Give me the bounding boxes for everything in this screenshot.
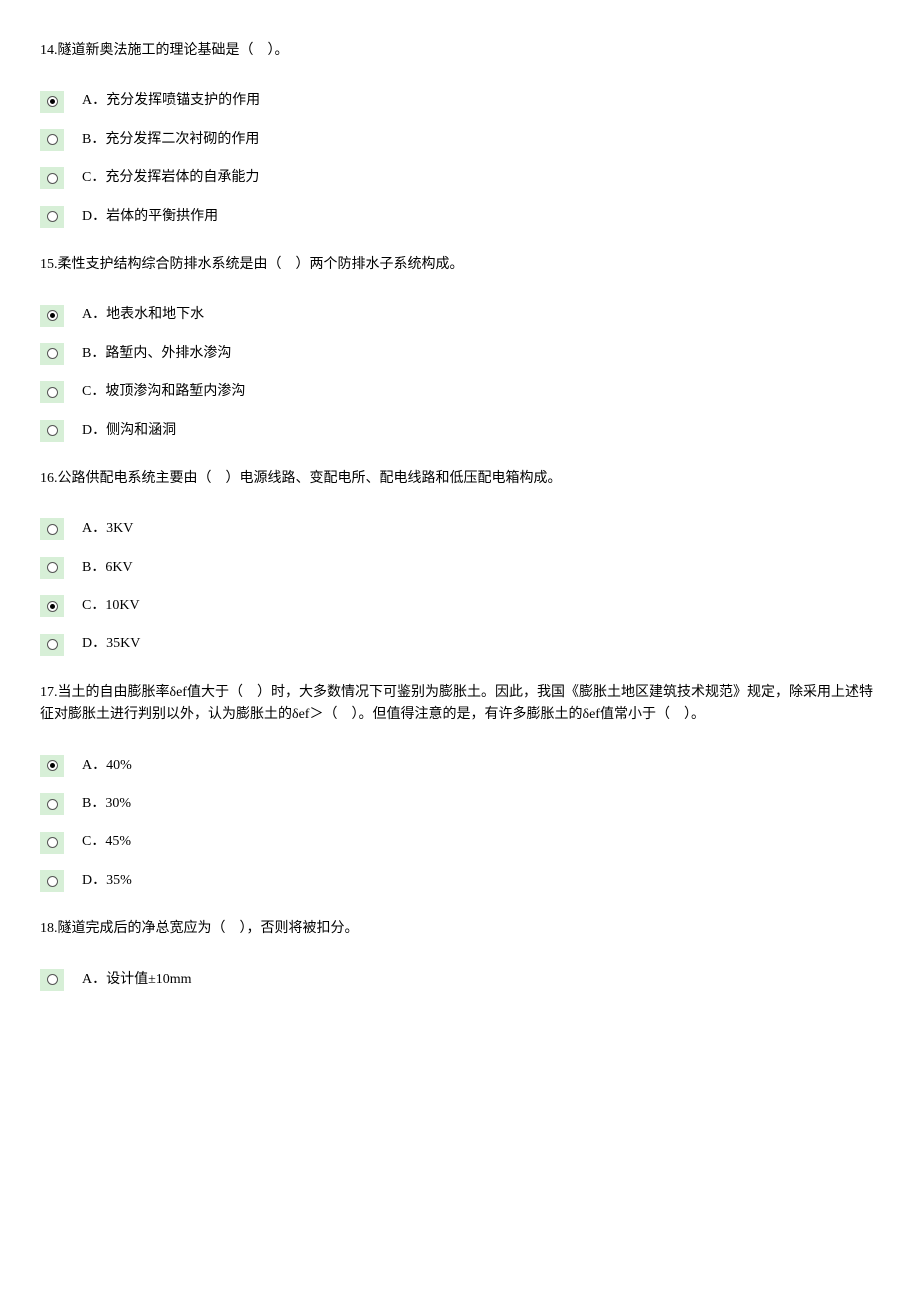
- radio-icon: [47, 799, 58, 810]
- option-row[interactable]: A．40%: [40, 755, 880, 777]
- option-row[interactable]: A．充分发挥喷锚支护的作用: [40, 90, 880, 112]
- option-row[interactable]: D．侧沟和涵洞: [40, 420, 880, 442]
- question-block: 17.当土的自由膨胀率δef值大于（ ）时，大多数情况下可鉴别为膨胀土。因此，我…: [40, 682, 880, 892]
- radio-box[interactable]: [40, 870, 64, 892]
- question-body: 柔性支护结构综合防排水系统是由（ ）两个防排水子系统构成。: [58, 257, 464, 272]
- question-text-16: 16.公路供配电系统主要由（ ）电源线路、变配电所、配电线路和低压配电箱构成。: [40, 468, 880, 490]
- question-text-17: 17.当土的自由膨胀率δef值大于（ ）时，大多数情况下可鉴别为膨胀土。因此，我…: [40, 682, 880, 727]
- question-number: 14: [40, 43, 54, 58]
- question-block: 14.隧道新奥法施工的理论基础是（ ）。 A．充分发挥喷锚支护的作用 B．充分发…: [40, 40, 880, 228]
- radio-icon: [47, 310, 58, 321]
- radio-icon: [47, 348, 58, 359]
- option-label: A．充分发挥喷锚支护的作用: [82, 90, 260, 112]
- radio-icon: [47, 760, 58, 771]
- radio-icon: [47, 134, 58, 145]
- option-row[interactable]: B．充分发挥二次衬砌的作用: [40, 129, 880, 151]
- question-text-18: 18.隧道完成后的净总宽应为（ ），否则将被扣分。: [40, 918, 880, 940]
- radio-icon: [47, 387, 58, 398]
- question-number: 18: [40, 921, 54, 936]
- option-row[interactable]: C．45%: [40, 831, 880, 853]
- question-body: 隧道新奥法施工的理论基础是（ ）。: [58, 43, 289, 58]
- radio-box[interactable]: [40, 969, 64, 991]
- question-block: 16.公路供配电系统主要由（ ）电源线路、变配电所、配电线路和低压配电箱构成。 …: [40, 468, 880, 656]
- option-label: A．设计值±10mm: [82, 969, 192, 991]
- radio-box[interactable]: [40, 167, 64, 189]
- option-label: A．3KV: [82, 518, 133, 540]
- option-row[interactable]: B．30%: [40, 793, 880, 815]
- radio-icon: [47, 96, 58, 107]
- option-label: C．充分发挥岩体的自承能力: [82, 167, 259, 189]
- radio-box[interactable]: [40, 381, 64, 403]
- option-label: B．30%: [82, 793, 131, 815]
- option-label: B．路堑内、外排水渗沟: [82, 343, 231, 365]
- option-row[interactable]: B．路堑内、外排水渗沟: [40, 343, 880, 365]
- question-text-14: 14.隧道新奥法施工的理论基础是（ ）。: [40, 40, 880, 62]
- radio-icon: [47, 524, 58, 535]
- option-row[interactable]: C．充分发挥岩体的自承能力: [40, 167, 880, 189]
- radio-box[interactable]: [40, 755, 64, 777]
- option-label: A．40%: [82, 755, 132, 777]
- radio-box[interactable]: [40, 206, 64, 228]
- radio-box[interactable]: [40, 832, 64, 854]
- radio-box[interactable]: [40, 305, 64, 327]
- option-row[interactable]: D．岩体的平衡拱作用: [40, 206, 880, 228]
- question-block: 18.隧道完成后的净总宽应为（ ），否则将被扣分。 A．设计值±10mm: [40, 918, 880, 991]
- option-label: D．35KV: [82, 633, 140, 655]
- option-label: C．坡顶渗沟和路堑内渗沟: [82, 381, 245, 403]
- question-number: 16: [40, 471, 54, 486]
- radio-icon: [47, 837, 58, 848]
- radio-box[interactable]: [40, 557, 64, 579]
- option-label: C．10KV: [82, 595, 140, 617]
- question-number: 17: [40, 685, 54, 700]
- option-row[interactable]: A．地表水和地下水: [40, 304, 880, 326]
- radio-box[interactable]: [40, 793, 64, 815]
- option-row[interactable]: D．35KV: [40, 633, 880, 655]
- radio-box[interactable]: [40, 343, 64, 365]
- radio-icon: [47, 173, 58, 184]
- option-row[interactable]: D．35%: [40, 870, 880, 892]
- question-number: 15: [40, 257, 54, 272]
- radio-box[interactable]: [40, 420, 64, 442]
- option-row[interactable]: A．3KV: [40, 518, 880, 540]
- option-label: A．地表水和地下水: [82, 304, 204, 326]
- radio-icon: [47, 639, 58, 650]
- radio-icon: [47, 211, 58, 222]
- question-body: 隧道完成后的净总宽应为（ ），否则将被扣分。: [58, 921, 359, 936]
- radio-icon: [47, 876, 58, 887]
- option-row[interactable]: C．10KV: [40, 595, 880, 617]
- option-label: C．45%: [82, 831, 131, 853]
- question-text-15: 15.柔性支护结构综合防排水系统是由（ ）两个防排水子系统构成。: [40, 254, 880, 276]
- option-row[interactable]: C．坡顶渗沟和路堑内渗沟: [40, 381, 880, 403]
- radio-box[interactable]: [40, 129, 64, 151]
- radio-box[interactable]: [40, 91, 64, 113]
- option-label: B．充分发挥二次衬砌的作用: [82, 129, 259, 151]
- question-body: 当土的自由膨胀率δef值大于（ ）时，大多数情况下可鉴别为膨胀土。因此，我国《膨…: [40, 685, 873, 722]
- radio-icon: [47, 974, 58, 985]
- option-label: B．6KV: [82, 557, 133, 579]
- question-body: 公路供配电系统主要由（ ）电源线路、变配电所、配电线路和低压配电箱构成。: [58, 471, 562, 486]
- option-row[interactable]: A．设计值±10mm: [40, 969, 880, 991]
- radio-box[interactable]: [40, 634, 64, 656]
- option-label: D．岩体的平衡拱作用: [82, 206, 218, 228]
- radio-icon: [47, 562, 58, 573]
- radio-icon: [47, 425, 58, 436]
- radio-icon: [47, 601, 58, 612]
- radio-box[interactable]: [40, 518, 64, 540]
- radio-box[interactable]: [40, 595, 64, 617]
- option-label: D．侧沟和涵洞: [82, 420, 176, 442]
- question-block: 15.柔性支护结构综合防排水系统是由（ ）两个防排水子系统构成。 A．地表水和地…: [40, 254, 880, 442]
- option-label: D．35%: [82, 870, 132, 892]
- option-row[interactable]: B．6KV: [40, 557, 880, 579]
